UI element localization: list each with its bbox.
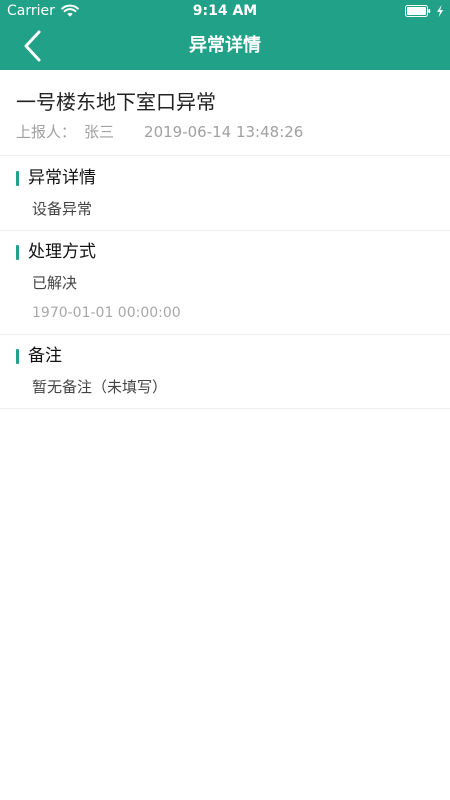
- report-header: 一号楼东地下室口异常 上报人： 张三 2019-06-14 13:48:26: [0, 70, 450, 156]
- reporter-name: 张三: [84, 123, 115, 141]
- abnormal-detail-screen: Carrier 9:14 AM 异常详情 一号楼东地下室口异常 上报人： 张三 …: [0, 0, 450, 800]
- handling-value: 已解决: [32, 274, 78, 292]
- handling-header: 处理方式: [16, 241, 96, 263]
- bolt-icon: [437, 5, 444, 17]
- back-icon: [24, 30, 41, 62]
- handling-section: 处理方式 已解决 1970-01-01 00:00:00: [0, 231, 450, 335]
- remark-title: 备注: [28, 346, 62, 366]
- section-marker: [16, 244, 19, 260]
- handling-time: 1970-01-01 00:00:00: [32, 305, 181, 321]
- abnormal-detail-title: 异常详情: [28, 168, 96, 188]
- report-title: 一号楼东地下室口异常: [16, 90, 216, 114]
- remark-section: 备注 暂无备注（未填写）: [0, 335, 450, 409]
- section-marker: [16, 348, 19, 364]
- handling-title: 处理方式: [28, 242, 96, 262]
- back-button[interactable]: [14, 26, 50, 66]
- section-marker: [16, 170, 19, 186]
- report-time: 2019-06-14 13:48:26: [144, 123, 304, 141]
- page-title: 异常详情: [189, 35, 261, 56]
- status-bar: Carrier 9:14 AM: [0, 0, 450, 22]
- report-meta: 上报人： 张三 2019-06-14 13:48:26: [16, 122, 303, 142]
- remark-value: 暂无备注（未填写）: [32, 378, 168, 396]
- status-time: 9:14 AM: [192, 3, 258, 19]
- remark-header: 备注: [16, 345, 62, 367]
- abnormal-detail-value: 设备异常: [32, 200, 93, 218]
- abnormal-detail-section: 异常详情 设备异常: [0, 157, 450, 231]
- navigation-bar: 异常详情: [0, 22, 450, 70]
- abnormal-detail-header: 异常详情: [16, 167, 96, 189]
- battery-icon: [405, 5, 431, 17]
- reporter-label: 上报人：: [16, 123, 77, 141]
- status-right: [405, 3, 444, 19]
